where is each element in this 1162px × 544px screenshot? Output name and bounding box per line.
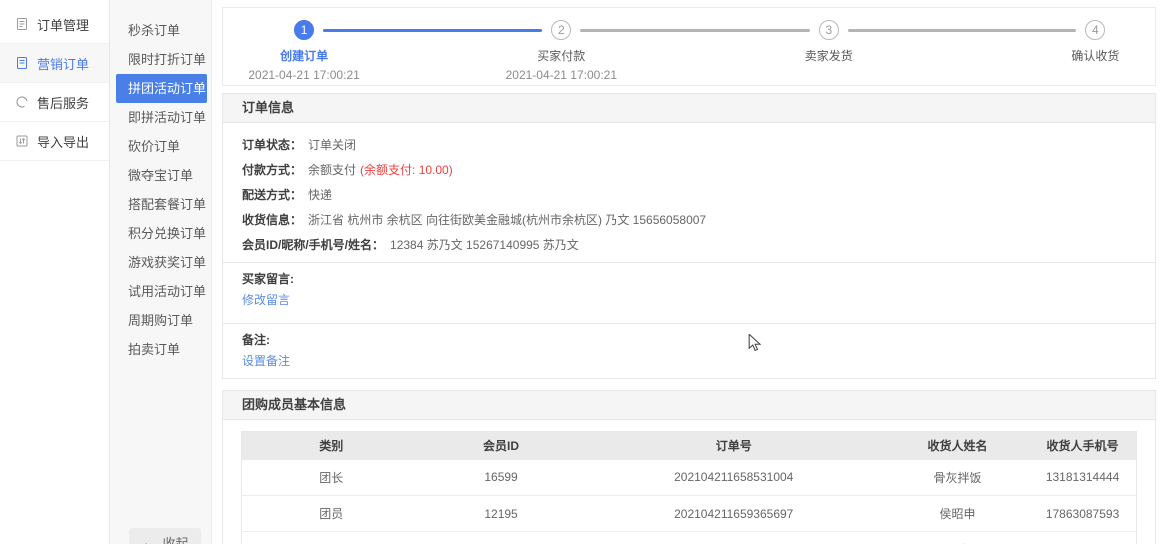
field-delivery-method: 配送方式： 快递 xyxy=(242,187,1136,204)
sidebar-item-order-management[interactable]: 订单管理 xyxy=(0,5,109,44)
field-label: 会员ID/昵称/手机号/姓名： xyxy=(242,238,384,252)
field-label: 订单状态： xyxy=(242,138,302,152)
document-icon xyxy=(15,56,29,70)
order-info-title: 订单信息 xyxy=(223,94,1155,123)
col-role: 类别 xyxy=(242,432,421,460)
cell-receiver-phone: 15656058007 xyxy=(1029,532,1136,544)
remark-label: 备注: xyxy=(242,332,1136,349)
primary-sidebar: 订单管理 营销订单 售后服务 导入导出 xyxy=(0,0,110,544)
field-label: 收货信息： xyxy=(242,213,302,227)
submenu-item-treasure[interactable]: 微夺宝订单 xyxy=(110,161,211,190)
headset-icon xyxy=(15,95,29,109)
step-seller-ship: 3 卖家发货 xyxy=(719,8,939,64)
group-members-card: 团购成员基本信息 类别 会员ID 订单号 收货人姓名 收货人手机号 团长 xyxy=(222,390,1156,544)
col-order-number: 订单号 xyxy=(582,432,886,460)
cell-member-id: 12384 xyxy=(421,532,582,544)
col-member-id: 会员ID xyxy=(421,432,582,460)
left-arrow-icon: ← xyxy=(141,534,155,544)
step-time: 2021-04-21 17:00:21 xyxy=(451,68,671,82)
submenu-item-game-prize[interactable]: 游戏获奖订单 xyxy=(110,248,211,277)
field-value: 快递 xyxy=(308,188,332,202)
group-members-table-wrap: 类别 会员ID 订单号 收货人姓名 收货人手机号 团长 16599 202104… xyxy=(241,431,1137,544)
step-label: 卖家发货 xyxy=(719,47,939,64)
group-members-table: 类别 会员ID 订单号 收货人姓名 收货人手机号 团长 16599 202104… xyxy=(241,431,1137,544)
field-payment-method: 付款方式： 余额支付 (余额支付: 10.00) xyxy=(242,162,1136,179)
step-create-order: 1 创建订单 2021-04-21 17:00:21 xyxy=(194,8,414,82)
col-receiver-name: 收货人姓名 xyxy=(886,432,1029,460)
set-remark-link[interactable]: 设置备注 xyxy=(242,353,290,370)
cell-order-number: 202104211658531004 xyxy=(582,460,886,496)
field-value: 余额支付 xyxy=(308,163,356,177)
field-shipping-info: 收货信息： 浙江省 杭州市 余杭区 向往街欧美金融城(杭州市余杭区) 乃文 156… xyxy=(242,212,1136,229)
sidebar-item-marketing-orders[interactable]: 营销订单 xyxy=(0,44,109,83)
table-row: 团长 16599 202104211658531004 骨灰拌饭 1318131… xyxy=(242,460,1137,496)
step-circle: 2 xyxy=(551,20,571,40)
submenu-item-package[interactable]: 搭配套餐订单 xyxy=(110,190,211,219)
field-value: 12384 苏乃文 15267140995 苏乃文 xyxy=(390,238,579,252)
cell-role: 团员 xyxy=(242,532,421,544)
submenu-item-seckill[interactable]: 秒杀订单 xyxy=(110,16,211,45)
collapse-sidebar-button[interactable]: ← 收起 xyxy=(129,528,201,544)
step-circle: 4 xyxy=(1085,20,1105,40)
step-time: 2021-04-21 17:00:21 xyxy=(194,68,414,82)
cell-receiver-phone: 13181314444 xyxy=(1029,460,1136,496)
field-label: 配送方式： xyxy=(242,188,302,202)
cell-order-number: 202104211659365697 xyxy=(582,496,886,532)
table-row: 团员 12384 202104211700215397 乃文 156560580… xyxy=(242,532,1137,544)
sidebar-item-label: 售后服务 xyxy=(37,93,89,112)
step-label: 创建订单 xyxy=(194,47,414,64)
clipboard-icon xyxy=(15,17,29,31)
step-confirm-receipt: 4 确认收货 xyxy=(985,8,1162,64)
buyer-message-block: 买家留言: 修改留言 xyxy=(223,262,1155,317)
sidebar-item-after-sales[interactable]: 售后服务 xyxy=(0,83,109,122)
submenu-item-subscription[interactable]: 周期购订单 xyxy=(110,306,211,335)
cell-role: 团长 xyxy=(242,460,421,496)
import-export-icon xyxy=(15,134,29,148)
sidebar-item-import-export[interactable]: 导入导出 xyxy=(0,122,109,161)
buyer-message-label: 买家留言: xyxy=(242,271,1136,288)
collapse-label: 收起 xyxy=(162,533,188,544)
submenu-item-points-exchange[interactable]: 积分兑换订单 xyxy=(110,219,211,248)
group-members-title: 团购成员基本信息 xyxy=(223,391,1155,420)
step-circle: 3 xyxy=(819,20,839,40)
mouse-cursor xyxy=(748,334,762,352)
step-label: 买家付款 xyxy=(451,47,671,64)
cell-order-number: 202104211700215397 xyxy=(582,532,886,544)
col-receiver-phone: 收货人手机号 xyxy=(1029,432,1136,460)
field-value: 浙江省 杭州市 余杭区 向往街欧美金融城(杭州市余杭区) 乃文 15656058… xyxy=(308,213,706,227)
table-row: 团员 12195 202104211659365697 侯昭申 17863087… xyxy=(242,496,1137,532)
field-value: 订单关闭 xyxy=(308,138,356,152)
cell-role: 团员 xyxy=(242,496,421,532)
field-member-info: 会员ID/昵称/手机号/姓名： 12384 苏乃文 15267140995 苏乃文 xyxy=(242,237,1136,254)
main-content: 1 创建订单 2021-04-21 17:00:21 2 买家付款 2021-0… xyxy=(212,0,1162,544)
table-header-row: 类别 会员ID 订单号 收货人姓名 收货人手机号 xyxy=(242,432,1137,460)
balance-payment-amount: (余额支付: 10.00) xyxy=(360,163,453,177)
submenu-item-bargain[interactable]: 砍价订单 xyxy=(110,132,211,161)
cell-receiver-phone: 17863087593 xyxy=(1029,496,1136,532)
cell-receiver-name: 乃文 xyxy=(886,532,1029,544)
order-progress-stepper: 1 创建订单 2021-04-21 17:00:21 2 买家付款 2021-0… xyxy=(222,7,1156,86)
step-buyer-payment: 2 买家付款 2021-04-21 17:00:21 xyxy=(451,8,671,82)
sidebar-item-label: 导入导出 xyxy=(37,132,89,151)
submenu-item-limited-discount[interactable]: 限时打折订单 xyxy=(110,45,211,74)
submenu-item-auction[interactable]: 拍卖订单 xyxy=(110,335,211,364)
cell-receiver-name: 骨灰拌饭 xyxy=(886,460,1029,496)
edit-message-link[interactable]: 修改留言 xyxy=(242,292,290,309)
submenu-item-trial-activity[interactable]: 试用活动订单 xyxy=(110,277,211,306)
sidebar-item-label: 营销订单 xyxy=(37,54,89,73)
step-circle: 1 xyxy=(294,20,314,40)
order-info-card: 订单信息 订单状态： 订单关闭 付款方式： 余额支付 (余额支付: 10.00) 配送… xyxy=(222,93,1156,379)
cell-receiver-name: 侯昭申 xyxy=(886,496,1029,532)
order-type-submenu: 秒杀订单 限时打折订单 拼团活动订单 即拼活动订单 砍价订单 微夺宝订单 搭配套… xyxy=(110,0,212,544)
submenu-item-instant-group[interactable]: 即拼活动订单 xyxy=(110,103,211,132)
field-label: 付款方式： xyxy=(242,163,302,177)
cell-member-id: 12195 xyxy=(421,496,582,532)
step-label: 确认收货 xyxy=(985,47,1162,64)
field-order-status: 订单状态： 订单关闭 xyxy=(242,137,1136,154)
cell-member-id: 16599 xyxy=(421,460,582,496)
sidebar-item-label: 订单管理 xyxy=(37,15,89,34)
submenu-item-group-activity[interactable]: 拼团活动订单 xyxy=(116,74,207,103)
order-info-body: 订单状态： 订单关闭 付款方式： 余额支付 (余额支付: 10.00) 配送方式： 快递… xyxy=(223,123,1155,378)
remark-block: 备注: 设置备注 xyxy=(223,323,1155,378)
